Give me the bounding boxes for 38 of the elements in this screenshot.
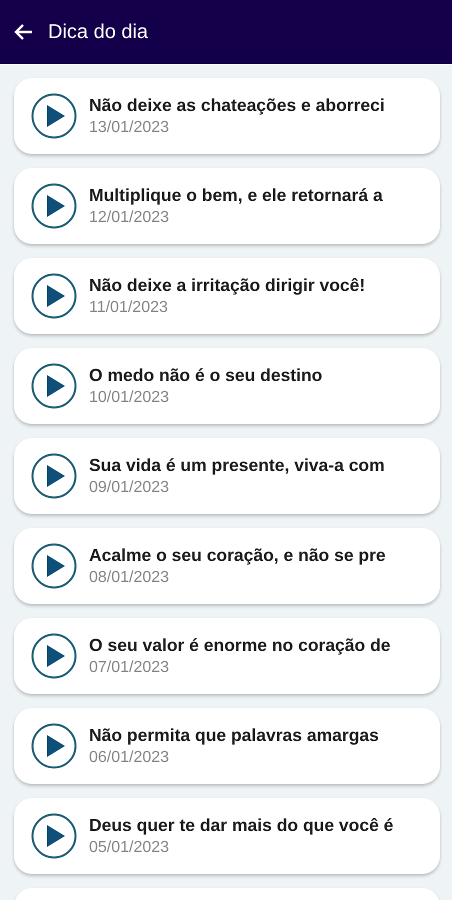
tip-date: 06/01/2023: [89, 749, 170, 767]
play-icon[interactable]: [31, 543, 77, 589]
tip-date: 09/01/2023: [89, 479, 170, 497]
tip-title: Acalme o seu coração, e não se pre: [89, 545, 386, 566]
tip-title: Multiplique o bem, e ele retornará a: [89, 185, 383, 206]
tip-date: 11/01/2023: [89, 299, 169, 317]
tip-date: 13/01/2023: [89, 119, 170, 137]
tip-title: Não deixe as chateações e aborreci: [89, 95, 385, 116]
tip-card[interactable]: Não permita que palavras amargas 06/01/2023: [14, 708, 440, 784]
tip-title: Não permita que palavras amargas: [89, 725, 379, 746]
tip-title: Deus quer te dar mais do que você é: [89, 815, 394, 836]
tip-card[interactable]: Deus quer te dar mais do que você é 05/01/2023: [14, 798, 440, 874]
tip-date: 05/01/2023: [89, 839, 170, 857]
tip-card[interactable]: Multiplique o bem, e ele retornará a 12/01/2023: [14, 168, 440, 244]
tip-card[interactable]: Acalme o seu coração, e não se pre 08/01/2023: [14, 528, 440, 604]
back-button[interactable]: [14, 22, 34, 42]
play-icon[interactable]: [31, 453, 77, 499]
play-icon[interactable]: [31, 813, 77, 859]
tip-date: 08/01/2023: [89, 569, 170, 587]
play-icon[interactable]: [31, 633, 77, 679]
tip-card[interactable]: Sua vida é um presente, viva-a com 09/01/2023: [14, 438, 440, 514]
tip-card[interactable]: O medo não é o seu destino 10/01/2023: [14, 348, 440, 424]
tip-card[interactable]: Não deixe as chateações e aborreci 13/01/2023: [14, 78, 440, 154]
play-icon[interactable]: [31, 183, 77, 229]
play-icon[interactable]: [31, 273, 77, 319]
play-icon[interactable]: [31, 93, 77, 139]
tip-card[interactable]: Não deixe a irritação dirigir você! 11/01/2023: [14, 258, 440, 334]
tip-date: 07/01/2023: [89, 659, 170, 677]
tip-title: Não deixe a irritação dirigir você!: [89, 275, 366, 296]
tip-date: 10/01/2023: [89, 389, 170, 407]
play-icon[interactable]: [31, 363, 77, 409]
play-icon[interactable]: [31, 723, 77, 769]
tip-date: 12/01/2023: [89, 209, 170, 227]
tip-card[interactable]: O seu valor é enorme no coração de 07/01/2023: [14, 618, 440, 694]
tip-title: O seu valor é enorme no coração de: [89, 635, 390, 656]
screen-title: Dica do dia: [48, 20, 148, 44]
tip-title: Sua vida é um presente, viva-a com: [89, 455, 385, 476]
tip-title: O medo não é o seu destino: [89, 365, 322, 386]
